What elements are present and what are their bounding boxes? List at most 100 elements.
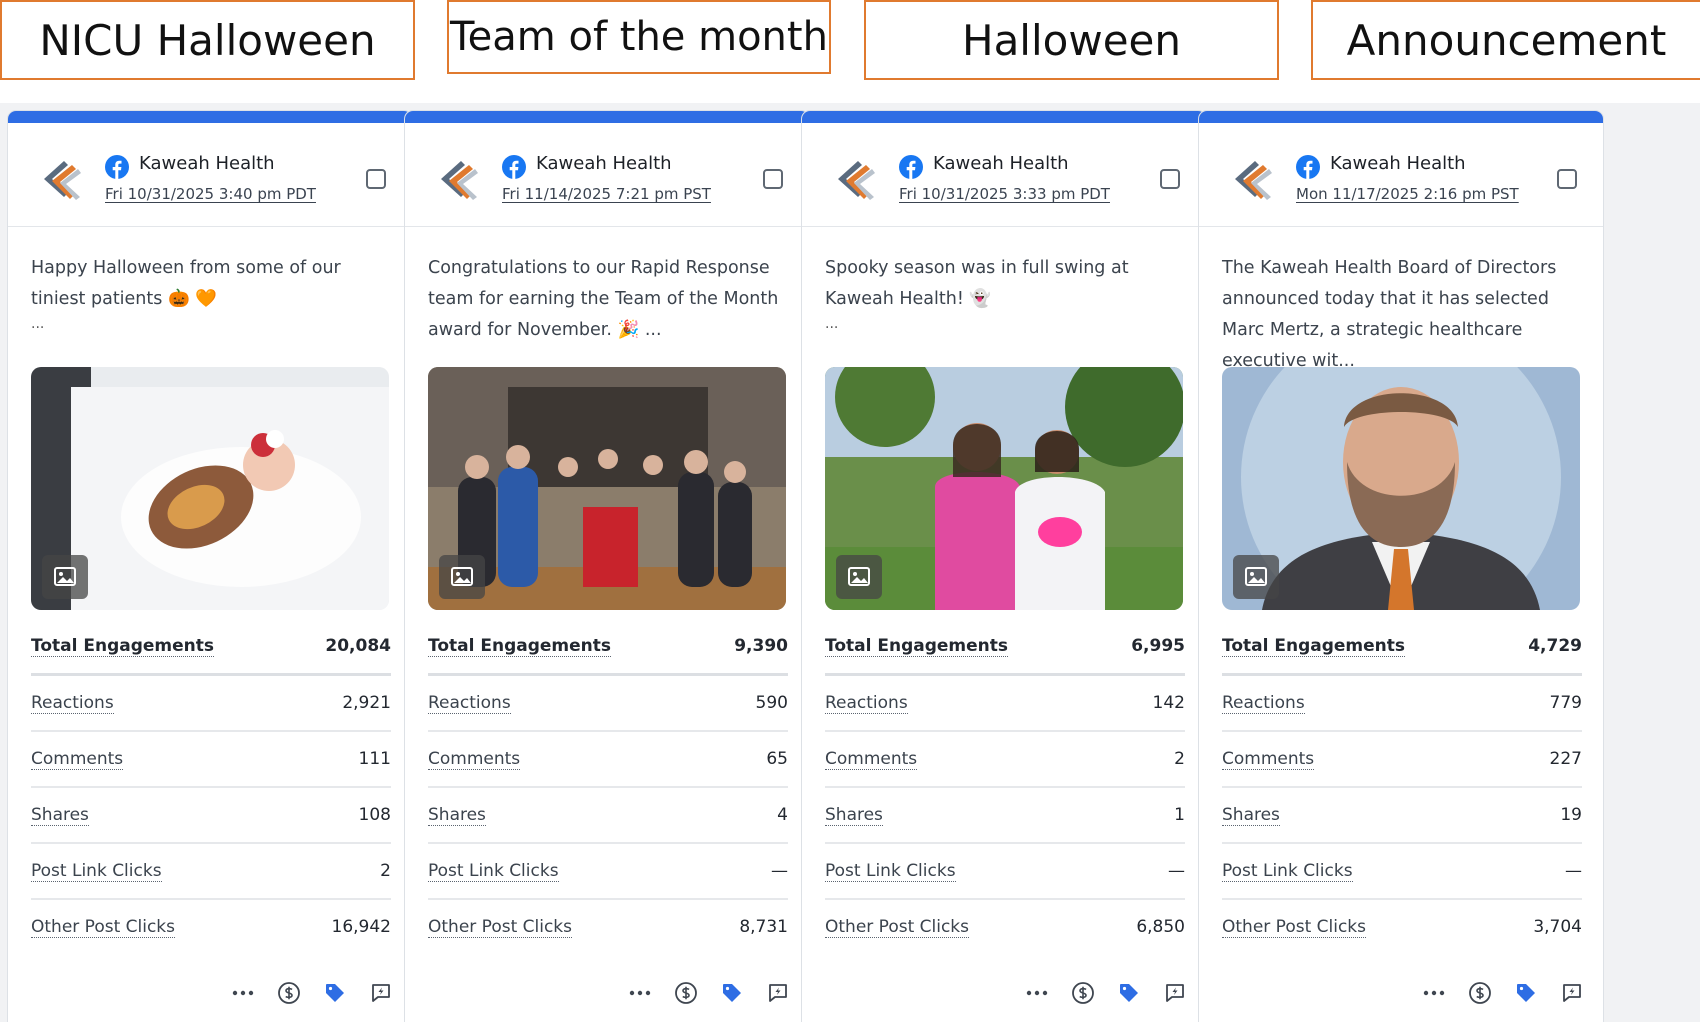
metric-row-total-engagements: Total Engagements 4,729 bbox=[1222, 619, 1582, 676]
metric-label[interactable]: Shares bbox=[1222, 805, 1280, 826]
facebook-icon bbox=[899, 155, 923, 179]
metric-label[interactable]: Other Post Clicks bbox=[1222, 917, 1367, 938]
tag-icon[interactable] bbox=[1513, 980, 1539, 1006]
metric-label[interactable]: Other Post Clicks bbox=[31, 917, 176, 938]
metric-label[interactable]: Post Link Clicks bbox=[825, 861, 956, 882]
metric-label[interactable]: Comments bbox=[428, 749, 521, 770]
metric-label[interactable]: Total Engagements bbox=[428, 636, 612, 657]
post-card-4[interactable]: Kaweah Health Mon 11/17/2025 2:16 pm PST… bbox=[1199, 111, 1603, 1022]
metric-value: 19 bbox=[1560, 805, 1582, 825]
image-type-icon bbox=[1233, 555, 1279, 599]
tag-icon[interactable] bbox=[719, 980, 745, 1006]
metric-value: 3,704 bbox=[1533, 917, 1582, 937]
metric-value: 2 bbox=[1174, 749, 1185, 769]
post-timestamp-link[interactable]: Mon 11/17/2025 2:16 pm PST bbox=[1296, 185, 1519, 203]
comment-bolt-icon[interactable] bbox=[368, 980, 394, 1006]
metric-label[interactable]: Total Engagements bbox=[825, 636, 1009, 657]
metric-row-post-link-clicks: Post Link Clicks — bbox=[825, 844, 1185, 900]
comment-bolt-icon[interactable] bbox=[765, 980, 791, 1006]
post-image[interactable] bbox=[428, 367, 786, 610]
metric-value: 2,921 bbox=[342, 693, 391, 713]
caption-more[interactable]: ... bbox=[825, 315, 1185, 333]
metric-value: 108 bbox=[358, 805, 391, 825]
account-name[interactable]: Kaweah Health bbox=[536, 153, 672, 174]
metric-value: 65 bbox=[766, 749, 788, 769]
select-checkbox[interactable] bbox=[763, 169, 783, 189]
more-icon[interactable] bbox=[1024, 980, 1050, 1006]
account-name[interactable]: Kaweah Health bbox=[139, 153, 275, 174]
more-icon[interactable] bbox=[627, 980, 653, 1006]
select-checkbox[interactable] bbox=[366, 169, 386, 189]
post-timestamp-link[interactable]: Fri 11/14/2025 7:21 pm PST bbox=[502, 185, 711, 203]
metric-label[interactable]: Reactions bbox=[428, 693, 511, 714]
dollar-icon[interactable] bbox=[276, 980, 302, 1006]
post-card-2[interactable]: Kaweah Health Fri 11/14/2025 7:21 pm PST… bbox=[405, 111, 809, 1022]
metric-label[interactable]: Comments bbox=[825, 749, 918, 770]
metric-value: 779 bbox=[1549, 693, 1582, 713]
metric-value: 9,390 bbox=[734, 636, 788, 656]
metric-label[interactable]: Post Link Clicks bbox=[31, 861, 162, 882]
metric-label[interactable]: Post Link Clicks bbox=[1222, 861, 1353, 882]
facebook-icon bbox=[1296, 155, 1320, 179]
metric-row-other-post-clicks: Other Post Clicks 16,942 bbox=[31, 900, 391, 954]
dollar-icon[interactable] bbox=[673, 980, 699, 1006]
metric-row-shares: Shares 1 bbox=[825, 788, 1185, 844]
comment-bolt-icon[interactable] bbox=[1162, 980, 1188, 1006]
metric-value: — bbox=[1565, 861, 1582, 881]
metric-label[interactable]: Total Engagements bbox=[1222, 636, 1406, 657]
dollar-icon[interactable] bbox=[1467, 980, 1493, 1006]
metric-label[interactable]: Shares bbox=[825, 805, 883, 826]
account-name[interactable]: Kaweah Health bbox=[1330, 153, 1466, 174]
section-label: NICU Halloween bbox=[0, 0, 415, 80]
select-checkbox[interactable] bbox=[1160, 169, 1180, 189]
metric-row-comments: Comments 65 bbox=[428, 732, 788, 788]
card-actions bbox=[1421, 980, 1585, 1006]
post-timestamp-link[interactable]: Fri 10/31/2025 3:40 pm PDT bbox=[105, 185, 316, 203]
caption-text: Congratulations to our Rapid Response te… bbox=[428, 258, 779, 340]
metric-label[interactable]: Reactions bbox=[1222, 693, 1305, 714]
card-actions bbox=[1024, 980, 1188, 1006]
facebook-icon bbox=[502, 155, 526, 179]
metric-label[interactable]: Shares bbox=[31, 805, 89, 826]
section-label: Announcement bbox=[1311, 0, 1700, 80]
metric-label[interactable]: Reactions bbox=[825, 693, 908, 714]
metrics-table: Total Engagements 4,729 Reactions 779 Co… bbox=[1222, 619, 1582, 954]
dollar-icon[interactable] bbox=[1070, 980, 1096, 1006]
more-icon[interactable] bbox=[1421, 980, 1447, 1006]
metric-row-comments: Comments 111 bbox=[31, 732, 391, 788]
facebook-icon bbox=[105, 155, 129, 179]
post-header: Kaweah Health Fri 10/31/2025 3:33 pm PDT bbox=[802, 123, 1206, 227]
metric-value: 111 bbox=[358, 749, 391, 769]
card-actions bbox=[230, 980, 394, 1006]
caption-more[interactable]: ... bbox=[31, 315, 391, 333]
select-checkbox[interactable] bbox=[1557, 169, 1577, 189]
card-accent-bar bbox=[8, 111, 412, 123]
more-icon[interactable] bbox=[230, 980, 256, 1006]
metrics-table: Total Engagements 6,995 Reactions 142 Co… bbox=[825, 619, 1185, 954]
metric-label[interactable]: Post Link Clicks bbox=[428, 861, 559, 882]
post-card-3[interactable]: Kaweah Health Fri 10/31/2025 3:33 pm PDT… bbox=[802, 111, 1206, 1022]
metric-label[interactable]: Total Engagements bbox=[31, 636, 215, 657]
metric-label[interactable]: Reactions bbox=[31, 693, 114, 714]
metric-label[interactable]: Other Post Clicks bbox=[428, 917, 573, 938]
section-label: Halloween bbox=[864, 0, 1279, 80]
post-image[interactable] bbox=[31, 367, 389, 610]
post-timestamp-link[interactable]: Fri 10/31/2025 3:33 pm PDT bbox=[899, 185, 1110, 203]
post-image[interactable] bbox=[1222, 367, 1580, 610]
kaweah-logo-icon bbox=[1235, 161, 1272, 200]
metric-row-reactions: Reactions 779 bbox=[1222, 676, 1582, 732]
metric-row-comments: Comments 2 bbox=[825, 732, 1185, 788]
post-image[interactable] bbox=[825, 367, 1183, 610]
image-type-icon bbox=[836, 555, 882, 599]
metric-label[interactable]: Shares bbox=[428, 805, 486, 826]
tag-icon[interactable] bbox=[1116, 980, 1142, 1006]
tag-icon[interactable] bbox=[322, 980, 348, 1006]
post-card-1[interactable]: Kaweah Health Fri 10/31/2025 3:40 pm PDT… bbox=[8, 111, 412, 1022]
metric-row-reactions: Reactions 590 bbox=[428, 676, 788, 732]
account-name[interactable]: Kaweah Health bbox=[933, 153, 1069, 174]
metric-row-post-link-clicks: Post Link Clicks — bbox=[1222, 844, 1582, 900]
metric-label[interactable]: Comments bbox=[31, 749, 124, 770]
metric-label[interactable]: Comments bbox=[1222, 749, 1315, 770]
metric-label[interactable]: Other Post Clicks bbox=[825, 917, 970, 938]
comment-bolt-icon[interactable] bbox=[1559, 980, 1585, 1006]
